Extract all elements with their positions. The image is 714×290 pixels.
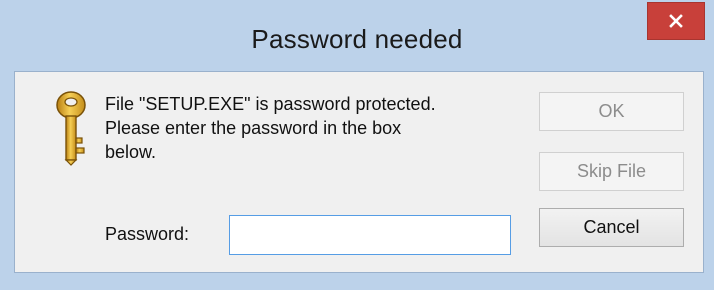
key-icon	[51, 90, 91, 166]
protected-file-message: File "SETUP.EXE" is password protected. …	[105, 92, 515, 164]
password-input[interactable]	[229, 215, 511, 255]
message-line-1: File "SETUP.EXE" is password protected.	[105, 94, 436, 114]
ok-button[interactable]: OK	[539, 92, 684, 131]
password-label: Password:	[105, 224, 190, 244]
cancel-button[interactable]: Cancel	[539, 208, 684, 247]
window-title: Password needed	[251, 24, 463, 54]
dialog-client-area: File "SETUP.EXE" is password protected. …	[14, 71, 704, 273]
title-bar[interactable]: Password needed	[0, 0, 714, 78]
password-dialog-window: Password needed File "SETUP.EXE" is pass…	[0, 0, 714, 290]
skip-file-button[interactable]: Skip File	[539, 152, 684, 191]
message-line-2: Please enter the password in the box	[105, 118, 402, 138]
close-icon	[668, 13, 684, 29]
close-button[interactable]	[647, 2, 705, 40]
message-line-3: below.	[105, 142, 157, 162]
